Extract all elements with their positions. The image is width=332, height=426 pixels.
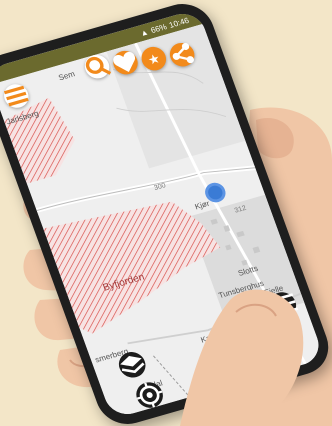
thumb-illustration: [180, 289, 304, 426]
photo-scene: ▲ 66% 10:46 Sem Jarlsberg 300 312 Kjør B…: [0, 0, 332, 426]
